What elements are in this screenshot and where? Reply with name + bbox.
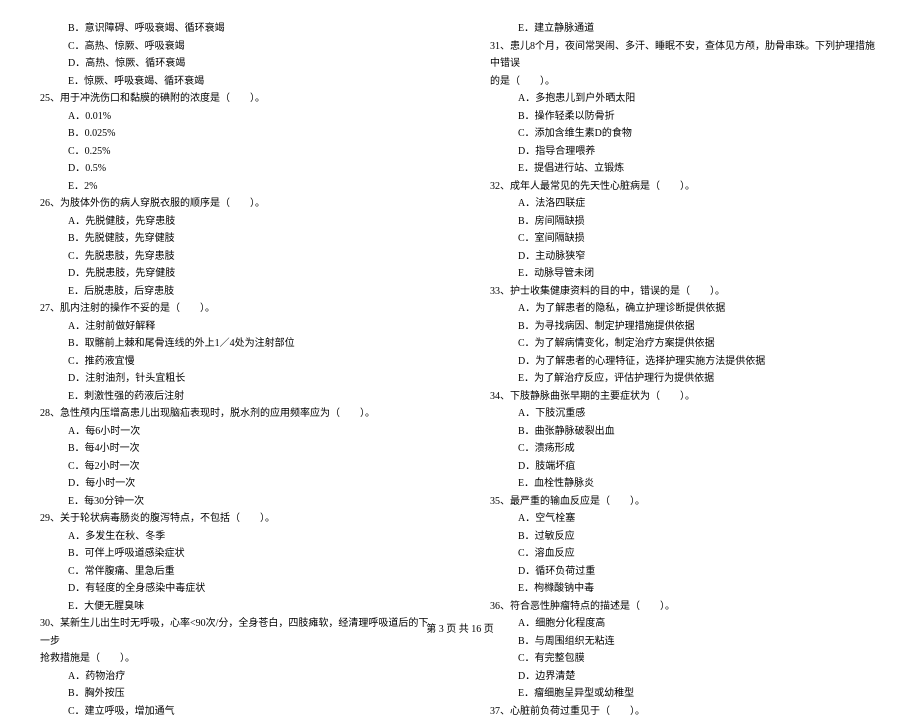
- option: E．每30分钟一次: [40, 493, 430, 511]
- option: B．房间隔缺损: [490, 213, 880, 231]
- option: D．高热、惊厥、循环衰竭: [40, 55, 430, 73]
- option: C．每2小时一次: [40, 458, 430, 476]
- option: B．先脱健肢，先穿健肢: [40, 230, 430, 248]
- option: A．多抱患儿到户外晒太阳: [490, 90, 880, 108]
- option: A．法洛四联症: [490, 195, 880, 213]
- option: C．常伴腹痛、里急后重: [40, 563, 430, 581]
- option: E．大便无腥臭味: [40, 598, 430, 616]
- right-column: E．建立静脉通道 31、患儿8个月，夜间常哭闹、多汗、睡眠不安，查体见方颅，肋骨…: [490, 20, 880, 720]
- option: D．指导合理喂养: [490, 143, 880, 161]
- option: D．主动脉狭窄: [490, 248, 880, 266]
- option: B．意识障碍、呼吸衰竭、循环衰竭: [40, 20, 430, 38]
- option: E．动脉导管未闭: [490, 265, 880, 283]
- question-33: 33、护士收集健康资料的目的中，错误的是（ ）。: [490, 283, 880, 301]
- option: D．0.5%: [40, 160, 430, 178]
- question-25: 25、用于冲洗伤口和黏膜的碘附的浓度是（ ）。: [40, 90, 430, 108]
- option: C．室间隔缺损: [490, 230, 880, 248]
- question-28: 28、急性颅内压增高患儿出现脑疝表现时，脱水剂的应用频率应为（ ）。: [40, 405, 430, 423]
- option: B．与周围组织无粘连: [490, 633, 880, 651]
- option: D．肢端坏疽: [490, 458, 880, 476]
- option: E．提倡进行站、立锻炼: [490, 160, 880, 178]
- question-27: 27、肌内注射的操作不妥的是（ ）。: [40, 300, 430, 318]
- option: B．可伴上呼吸道感染症状: [40, 545, 430, 563]
- option: A．每6小时一次: [40, 423, 430, 441]
- option: A．药物治疗: [40, 668, 430, 686]
- option: A．先脱健肢，先穿患肢: [40, 213, 430, 231]
- question-32: 32、成年人最常见的先天性心脏病是（ ）。: [490, 178, 880, 196]
- option: B．操作轻柔以防骨折: [490, 108, 880, 126]
- option: B．过敏反应: [490, 528, 880, 546]
- option: C．有完整包膜: [490, 650, 880, 668]
- question-29: 29、关于轮状病毒肠炎的腹泻特点，不包括（ ）。: [40, 510, 430, 528]
- question-30-cont: 抢救措施是（ ）。: [40, 650, 430, 668]
- option: E．后脱患肢，后穿患肢: [40, 283, 430, 301]
- option: C．0.25%: [40, 143, 430, 161]
- option: D．边界清楚: [490, 668, 880, 686]
- option: E．瘤细胞呈异型或幼稚型: [490, 685, 880, 703]
- option: B．每4小时一次: [40, 440, 430, 458]
- page-footer: 第 3 页 共 16 页: [0, 620, 920, 635]
- option: E．枸橼酸钠中毒: [490, 580, 880, 598]
- option: A．为了解患者的隐私，确立护理诊断提供依据: [490, 300, 880, 318]
- option: D．注射油剂，针头宜粗长: [40, 370, 430, 388]
- option: A．0.01%: [40, 108, 430, 126]
- question-34: 34、下肢静脉曲张早期的主要症状为（ ）。: [490, 388, 880, 406]
- option: C．推药液宜慢: [40, 353, 430, 371]
- question-37: 37、心脏前负荷过重见于（ ）。: [490, 703, 880, 720]
- option: A．下肢沉重感: [490, 405, 880, 423]
- option: C．添加含维生素D的食物: [490, 125, 880, 143]
- option: B．胸外按压: [40, 685, 430, 703]
- question-31-cont: 的是（ ）。: [490, 73, 880, 91]
- question-36: 36、符合恶性肿瘤特点的描述是（ ）。: [490, 598, 880, 616]
- option: E．2%: [40, 178, 430, 196]
- option: E．建立静脉通道: [490, 20, 880, 38]
- option: D．有轻度的全身感染中毒症状: [40, 580, 430, 598]
- option: E．惊厥、呼吸衰竭、循环衰竭: [40, 73, 430, 91]
- option: D．为了解患者的心理特征，选择护理实施方法提供依据: [490, 353, 880, 371]
- option: B．0.025%: [40, 125, 430, 143]
- option: E．刺激性强的药液后注射: [40, 388, 430, 406]
- option: D．每小时一次: [40, 475, 430, 493]
- option: B．为寻找病因、制定护理措施提供依据: [490, 318, 880, 336]
- option: B．曲张静脉破裂出血: [490, 423, 880, 441]
- question-26: 26、为肢体外伤的病人穿脱衣服的顺序是（ ）。: [40, 195, 430, 213]
- option: C．为了解病情变化，制定治疗方案提供依据: [490, 335, 880, 353]
- option: D．先脱患肢，先穿健肢: [40, 265, 430, 283]
- question-35: 35、最严重的输血反应是（ ）。: [490, 493, 880, 511]
- option: C．溶血反应: [490, 545, 880, 563]
- left-column: B．意识障碍、呼吸衰竭、循环衰竭 C．高热、惊厥、呼吸衰竭 D．高热、惊厥、循环…: [40, 20, 430, 720]
- option: B．取髂前上棘和尾骨连线的外上1／4处为注射部位: [40, 335, 430, 353]
- option: D．循环负荷过重: [490, 563, 880, 581]
- option: E．为了解治疗反应，评估护理行为提供依据: [490, 370, 880, 388]
- option: C．建立呼吸，增加通气: [40, 703, 430, 720]
- option: A．多发生在秋、冬季: [40, 528, 430, 546]
- option: C．溃疡形成: [490, 440, 880, 458]
- option: C．高热、惊厥、呼吸衰竭: [40, 38, 430, 56]
- option: A．注射前做好解释: [40, 318, 430, 336]
- option: E．血栓性静脉炎: [490, 475, 880, 493]
- option: A．空气栓塞: [490, 510, 880, 528]
- question-31: 31、患儿8个月，夜间常哭闹、多汗、睡眠不安，查体见方颅，肋骨串珠。下列护理措施…: [490, 38, 880, 73]
- option: C．先脱患肢，先穿患肢: [40, 248, 430, 266]
